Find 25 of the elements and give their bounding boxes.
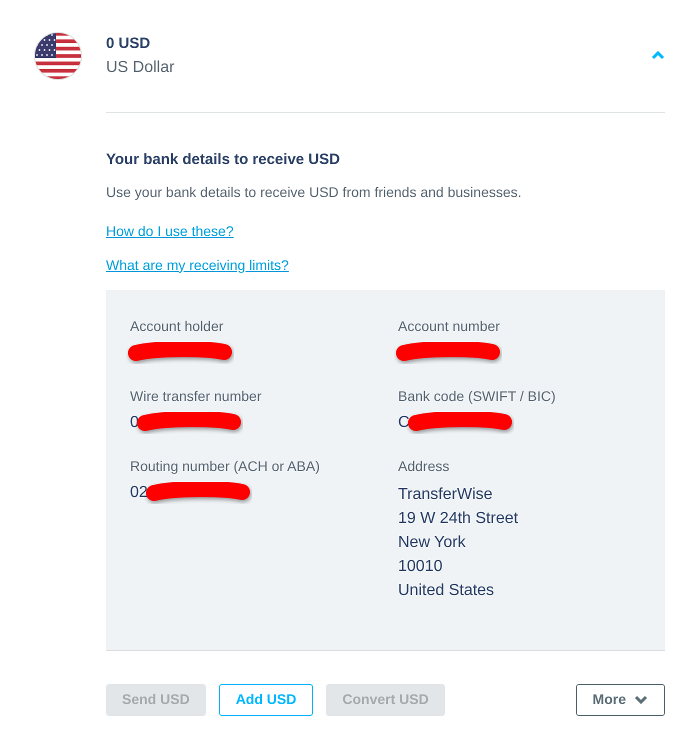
field-label: Account number xyxy=(398,316,501,336)
help-link[interactable]: How do I use these? xyxy=(106,220,234,242)
field-label: Address xyxy=(398,456,450,476)
field-label: Bank code (SWIFT / BIC) xyxy=(398,386,557,406)
address-line: United States xyxy=(398,580,496,600)
field-label: Account holder xyxy=(130,316,224,336)
address-line: TransferWise xyxy=(398,484,494,504)
address-line: 10010 xyxy=(398,556,444,576)
field-value: C xyxy=(398,412,410,432)
currency-name: US Dollar xyxy=(106,58,174,78)
description: Use your bank details to receive USD from friends and businesses. xyxy=(106,182,523,202)
balance-amount: 0 USD xyxy=(106,34,152,54)
address-line: New York xyxy=(398,532,467,552)
field-label: Wire transfer number xyxy=(130,386,262,406)
us-flag-icon xyxy=(34,32,82,80)
section-title: Your bank details to receive USD xyxy=(106,150,341,170)
field-value: 02 xyxy=(130,482,148,502)
more-button[interactable]: More xyxy=(576,684,665,716)
action-button[interactable]: Add USD xyxy=(218,684,314,716)
field-label: Routing number (ACH or ABA) xyxy=(130,456,321,476)
chevron-down-icon xyxy=(634,694,648,704)
address-line: 19 W 24th Street xyxy=(398,508,520,528)
chevron-icon xyxy=(651,50,665,60)
collapse-button[interactable] xyxy=(651,50,665,60)
help-link[interactable]: What are my receiving limits? xyxy=(106,254,289,276)
